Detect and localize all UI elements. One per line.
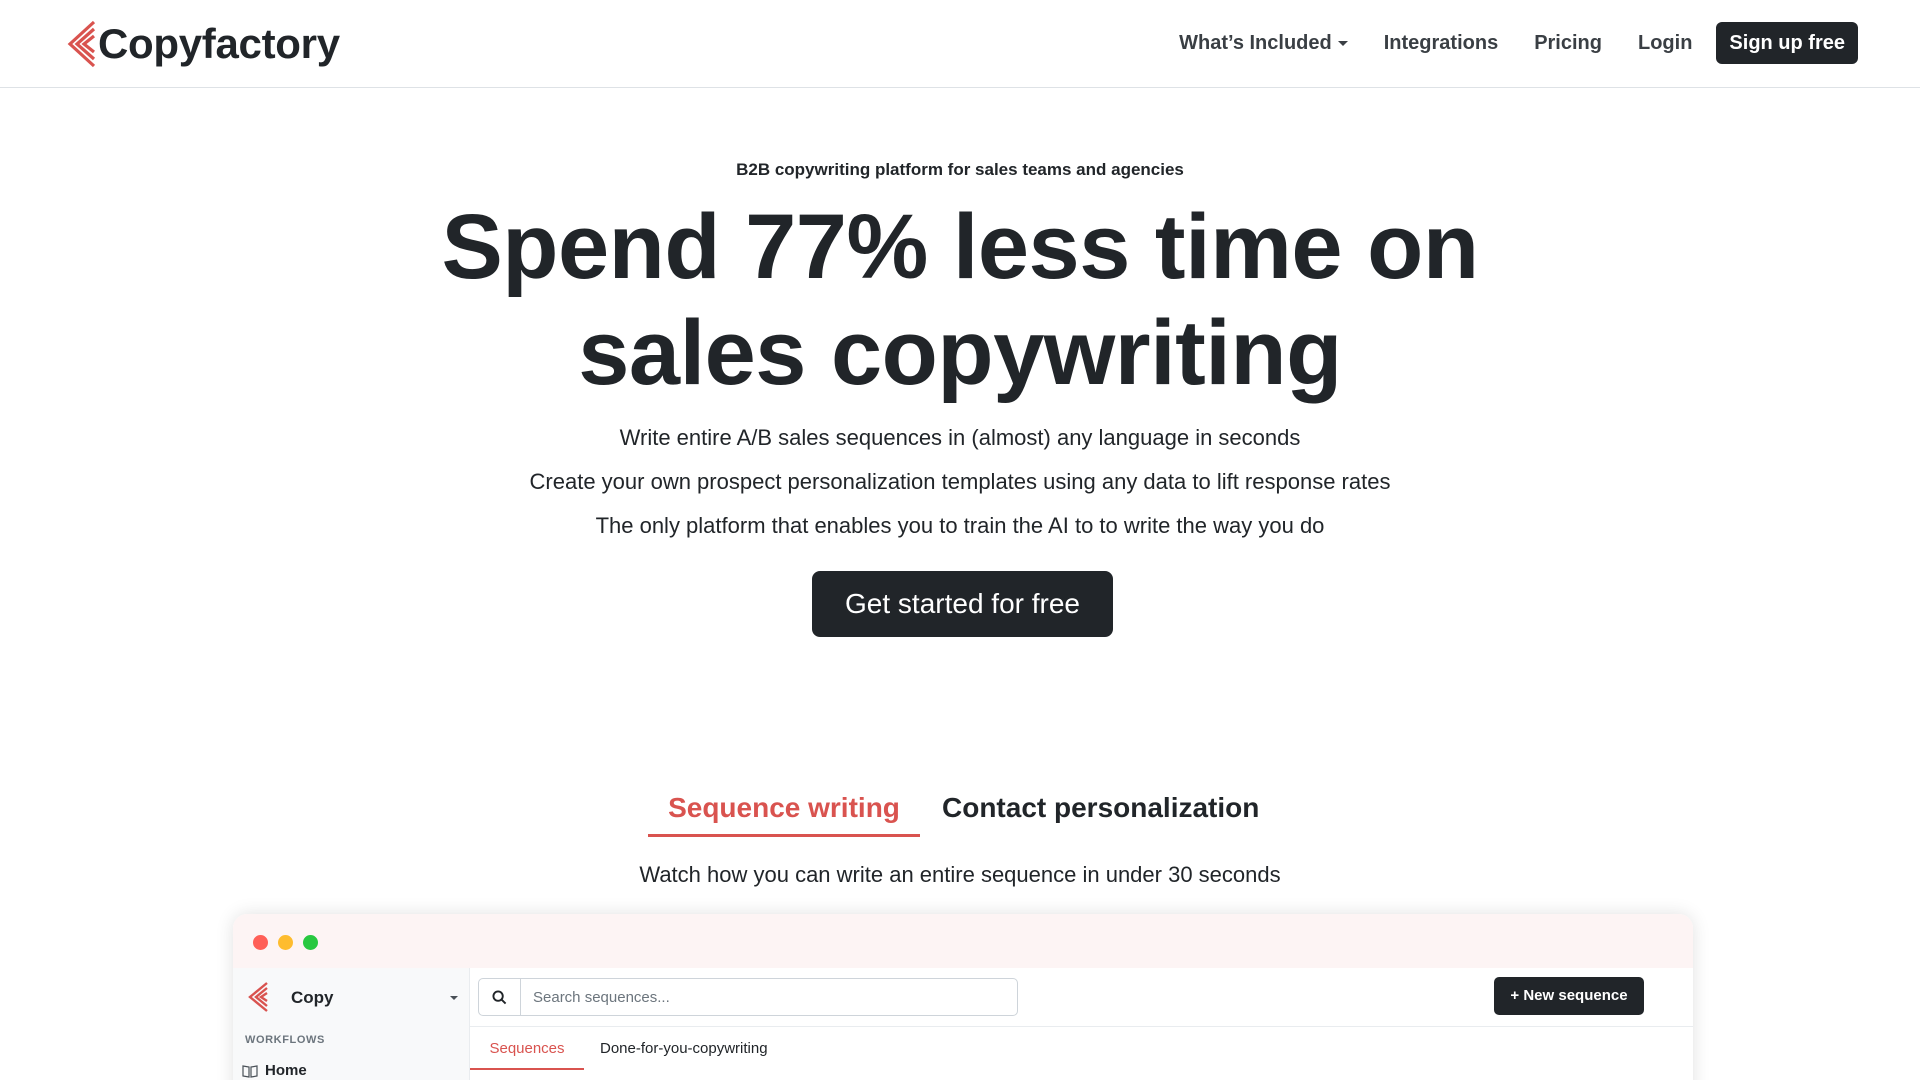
workspace-name[interactable]: Copy	[291, 988, 334, 1008]
nav-whats-included[interactable]: What’s Included	[1179, 32, 1348, 55]
get-started-button[interactable]: Get started for free	[812, 571, 1113, 637]
sidebar-item-label: Home	[265, 1062, 307, 1079]
brand-name: Copyfactory	[98, 20, 340, 67]
new-sequence-button[interactable]: + New sequence	[1494, 977, 1644, 1015]
nav-integrations[interactable]: Integrations	[1384, 32, 1498, 55]
app-sidebar: Copy WORKFLOWS Home	[233, 968, 470, 1080]
sidebar-item-home[interactable]: Home	[242, 1062, 307, 1079]
nav-login[interactable]: Login	[1638, 32, 1692, 55]
hero-headline-line-2: sales copywriting	[578, 302, 1342, 404]
workspace-dropdown-icon[interactable]	[450, 996, 458, 1000]
hero-headline-line-1: Spend 77% less time on	[441, 196, 1479, 298]
workspace-logo-icon	[247, 980, 269, 1019]
signup-button[interactable]: Sign up free	[1716, 22, 1858, 64]
app-main: + New sequence Sequences Done-for-you-co…	[470, 968, 1693, 1080]
window-titlebar	[233, 914, 1693, 968]
hero-bullet-3: The only platform that enables you to tr…	[595, 513, 1325, 538]
window-maximize-dot	[303, 935, 318, 950]
window-minimize-dot	[278, 935, 293, 950]
search-input[interactable]	[521, 979, 1011, 1015]
app-preview-window: Copy WORKFLOWS Home + New sequence Seque…	[233, 914, 1693, 1080]
site-header: Copyfactory What’s Included Integrations…	[0, 0, 1920, 88]
nav-pricing[interactable]: Pricing	[1534, 32, 1602, 55]
search-icon[interactable]	[479, 979, 521, 1015]
tab-sequence-writing[interactable]: Sequence writing	[648, 792, 920, 837]
copyfactory-logo-icon	[67, 20, 96, 68]
caret-down-icon	[1337, 40, 1348, 46]
hero-headline: Spend 77% less time on sales copywriting	[0, 194, 1920, 406]
brand-logo[interactable]: Copyfactory	[66, 18, 340, 70]
search-bar	[478, 978, 1018, 1016]
tab-contact-personalization[interactable]: Contact personalization	[942, 792, 1259, 824]
nav-whats-included-label: What’s Included	[1179, 31, 1332, 54]
workflows-section-label: WORKFLOWS	[245, 1034, 325, 1046]
main-nav: What’s Included Integrations Pricing Log…	[1143, 22, 1858, 64]
hero-eyebrow: B2B copywriting platform for sales teams…	[736, 160, 1184, 179]
window-close-dot	[253, 935, 268, 950]
hero-bullet-1: Write entire A/B sales sequences in (alm…	[619, 425, 1301, 450]
tab-sequences[interactable]: Sequences	[470, 1040, 584, 1070]
hero-bullet-2: Create your own prospect personalization…	[529, 469, 1391, 494]
book-icon	[242, 1064, 258, 1078]
tabs-divider	[470, 1026, 1693, 1027]
tab-done-for-you-copywriting[interactable]: Done-for-you-copywriting	[600, 1040, 768, 1057]
feature-caption: Watch how you can write an entire sequen…	[639, 862, 1281, 887]
